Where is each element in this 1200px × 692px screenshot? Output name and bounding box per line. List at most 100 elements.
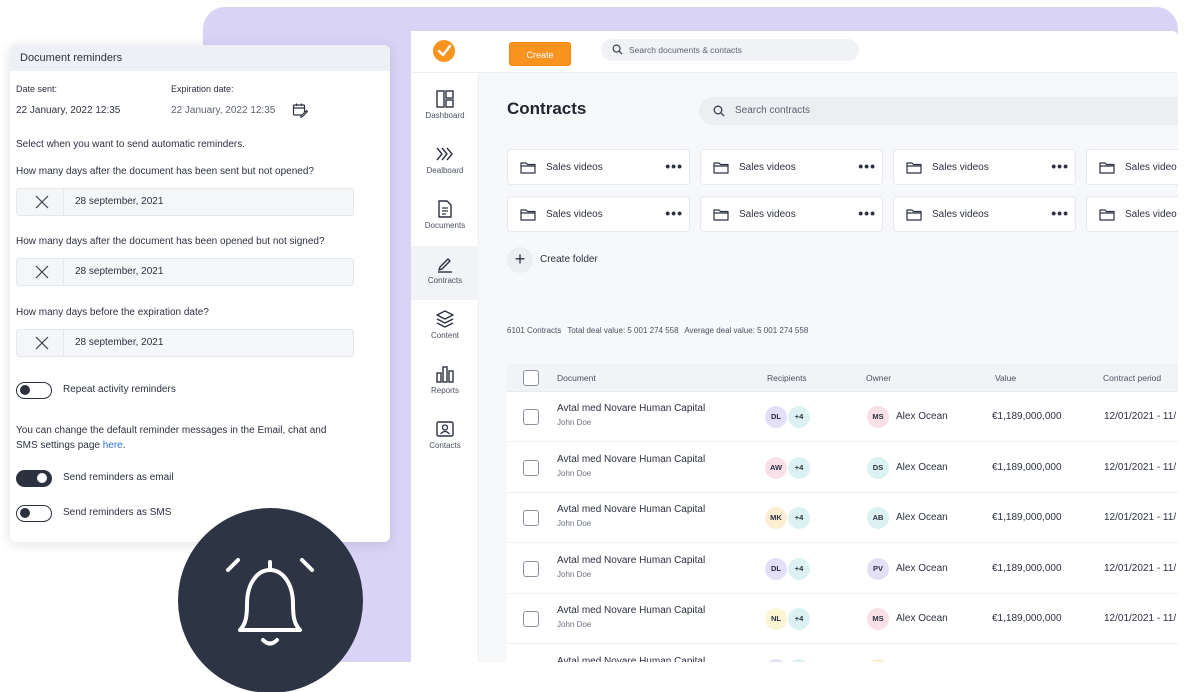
- email-reminders-label: Send reminders as email: [63, 472, 174, 483]
- sidebar-item-contacts[interactable]: Contacts: [411, 411, 479, 465]
- row-checkbox[interactable]: [523, 611, 539, 627]
- folder-icon: [906, 209, 922, 221]
- toggle-knob: [20, 508, 30, 518]
- folder-card[interactable]: Sales videos •••: [893, 196, 1076, 232]
- column-header-contract-period[interactable]: Contract period: [1103, 364, 1161, 392]
- sidebar-item-label: Contracts: [427, 276, 463, 285]
- create-button[interactable]: Create: [509, 42, 571, 66]
- folder-card[interactable]: Sales video: [1086, 196, 1178, 232]
- sms-reminders-toggle[interactable]: [16, 505, 52, 522]
- more-recipients-badge[interactable]: +4: [788, 406, 810, 428]
- table-row[interactable]: Avtal med Novare Human Capital John Doe DL…: [507, 544, 1178, 594]
- panel-title: Document reminders: [20, 52, 123, 64]
- sms-reminders-label: Send reminders as SMS: [63, 507, 172, 518]
- recipient-avatar[interactable]: NL: [765, 608, 787, 630]
- more-options-icon[interactable]: •••: [665, 150, 683, 182]
- sidebar-item-content[interactable]: Content: [411, 301, 479, 355]
- app-window: Create Search documents & contacts Dashb…: [411, 31, 1178, 662]
- expiration-date-label: Expiration date:: [171, 84, 234, 94]
- column-header-owner[interactable]: Owner: [866, 364, 891, 392]
- more-options-icon[interactable]: •••: [858, 150, 876, 182]
- table-row[interactable]: Avtal med Novare Human Capital John Doe AW…: [507, 443, 1178, 493]
- settings-link[interactable]: here: [103, 440, 123, 451]
- info-text-line1: You can change the default reminder mess…: [16, 425, 327, 436]
- recipient-avatar[interactable]: MK: [765, 507, 787, 529]
- table-row[interactable]: Avtal med Novare Human Capital John Doe DL…: [507, 392, 1178, 442]
- reminders-intro: Select when you want to send automatic r…: [16, 139, 246, 150]
- clear-button[interactable]: [17, 259, 64, 285]
- document-title[interactable]: Avtal med Novare Human Capital: [557, 403, 705, 414]
- sidebar-item-dealboard[interactable]: Dealboard: [411, 136, 479, 190]
- more-options-icon[interactable]: •••: [1051, 150, 1069, 182]
- folder-card[interactable]: Sales videos •••: [893, 149, 1076, 185]
- calendar-edit-icon[interactable]: [292, 102, 308, 118]
- logo-icon[interactable]: [433, 40, 455, 62]
- not-signed-date-field[interactable]: 28 september, 2021: [16, 258, 354, 286]
- contract-period: 12/01/2021 - 11/: [1104, 411, 1177, 422]
- document-title[interactable]: Avtal med Novare Human Capital: [557, 605, 705, 616]
- row-checkbox[interactable]: [523, 560, 539, 577]
- expiration-date-value[interactable]: 22 January, 2022 12:35: [171, 105, 275, 116]
- recipient-avatar[interactable]: AW: [765, 456, 787, 479]
- folder-card[interactable]: Sales videos •••: [507, 149, 690, 185]
- folder-card[interactable]: Sales videos •••: [507, 196, 690, 232]
- sidebar-item-documents[interactable]: Documents: [411, 191, 479, 245]
- info-text-prefix: SMS settings page: [16, 440, 100, 451]
- layers-icon: [436, 310, 454, 328]
- contract-period: 12/01/2021 - 11/: [1104, 461, 1177, 473]
- not-opened-date-field[interactable]: 28 september, 2021: [16, 188, 354, 216]
- more-options-icon[interactable]: •••: [858, 197, 876, 229]
- folder-name: Sales videos: [546, 162, 603, 173]
- more-recipients-badge[interactable]: +4: [788, 608, 810, 630]
- document-title[interactable]: Avtal med Novare Human Capital: [557, 504, 705, 515]
- recipient-avatar[interactable]: DL: [765, 658, 787, 662]
- row-checkbox[interactable]: [523, 661, 539, 662]
- document-title[interactable]: Avtal med Novare Human Capital: [557, 555, 705, 566]
- row-checkbox[interactable]: [523, 409, 539, 425]
- clear-button[interactable]: [17, 330, 64, 356]
- document-title[interactable]: Avtal med Novare Human Capital: [557, 656, 705, 663]
- close-icon: [35, 195, 49, 209]
- repeat-reminders-toggle[interactable]: [16, 382, 52, 399]
- document-title[interactable]: Avtal med Novare Human Capital: [557, 454, 705, 465]
- column-header-recipients[interactable]: Recipients: [767, 364, 807, 392]
- sidebar-item-reports[interactable]: Reports: [411, 356, 479, 410]
- select-all-checkbox[interactable]: [523, 370, 539, 386]
- sidebar-item-contracts[interactable]: Contracts: [411, 246, 479, 300]
- table-row[interactable]: Avtal med Novare Human CapitalJohn DoeDL…: [507, 645, 1178, 663]
- contract-search-input[interactable]: Search contracts: [699, 97, 1178, 125]
- more-options-icon[interactable]: •••: [1051, 197, 1069, 229]
- folder-name: Sales video: [1125, 209, 1177, 220]
- bell-icon: [226, 558, 314, 646]
- table-row[interactable]: Avtal med Novare Human Capital John Doe MK…: [507, 493, 1178, 543]
- clear-button[interactable]: [17, 189, 64, 215]
- search-icon: [713, 105, 725, 117]
- dashboard-icon: [436, 90, 454, 108]
- sidebar-item-dashboard[interactable]: Dashboard: [411, 81, 479, 135]
- folder-icon: [520, 209, 536, 221]
- owner-name: Alex Ocean: [896, 411, 948, 422]
- more-recipients-badge[interactable]: +4: [788, 658, 810, 662]
- document-sender: John Doe: [557, 569, 592, 579]
- more-options-icon[interactable]: •••: [665, 197, 683, 229]
- email-reminders-toggle[interactable]: [16, 470, 52, 487]
- folder-card[interactable]: Sales videos •••: [700, 149, 883, 185]
- table-row[interactable]: Avtal med Novare Human Capital John Doe NL…: [507, 594, 1178, 644]
- column-header-value[interactable]: Value: [995, 364, 1016, 392]
- column-header-document[interactable]: Document: [557, 364, 596, 392]
- folder-card[interactable]: Sales videos •••: [700, 196, 883, 232]
- dealboard-icon: [436, 147, 453, 161]
- recipient-avatar[interactable]: DL: [765, 406, 787, 428]
- contract-period: 12/01/2021 - 11/: [1104, 512, 1177, 523]
- folder-card[interactable]: Sales video: [1086, 149, 1178, 185]
- more-recipients-badge[interactable]: +4: [788, 507, 810, 529]
- more-recipients-badge[interactable]: +4: [788, 456, 810, 479]
- contract-period: 12/01/2021 - 11/: [1104, 645, 1176, 663]
- before-expiration-date-field[interactable]: 28 september, 2021: [16, 329, 354, 357]
- row-checkbox[interactable]: [523, 459, 539, 476]
- global-search-input[interactable]: Search documents & contacts: [601, 39, 859, 61]
- document-sender: John Doe: [557, 418, 592, 427]
- row-checkbox[interactable]: [523, 510, 539, 526]
- more-recipients-badge[interactable]: +4: [788, 557, 810, 580]
- recipient-avatar[interactable]: DL: [765, 557, 787, 580]
